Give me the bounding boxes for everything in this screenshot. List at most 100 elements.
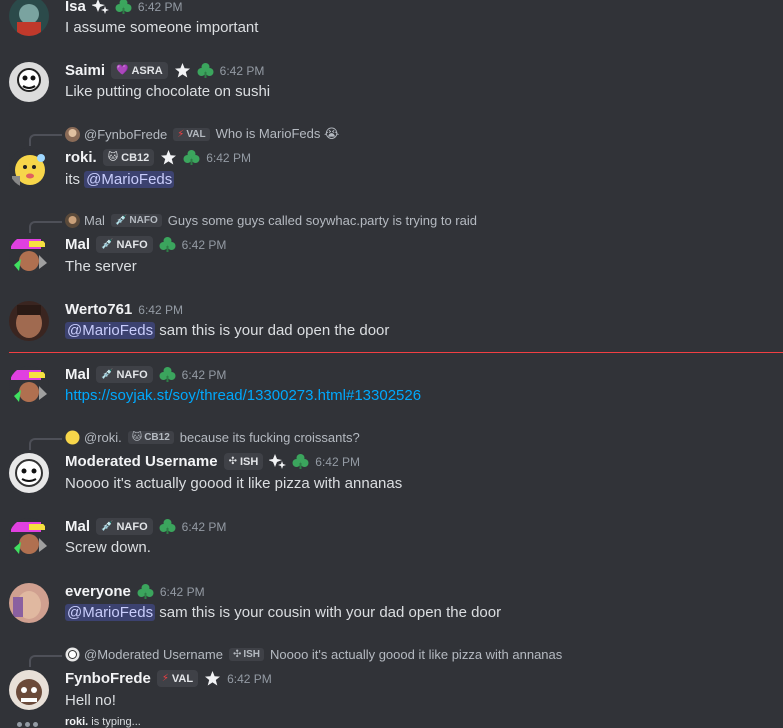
avatar[interactable] [9,366,49,406]
username[interactable]: Saimi [65,62,105,79]
avatar[interactable] [9,148,49,188]
username[interactable]: Mal [65,366,90,383]
star-badge-icon [204,670,221,687]
guild-tag[interactable]: 💉 NAFO [96,518,153,535]
avatar[interactable] [9,301,49,341]
reply-avatar [65,213,80,228]
green-clover-icon [115,0,132,15]
reply-avatar [65,430,80,445]
syringe-icon: 💉 [114,215,128,226]
reply-guild-tag: 🐱 CB12 [127,431,174,444]
reply-spine [29,438,62,450]
guild-tag[interactable]: 💉 NAFO [96,366,153,383]
username[interactable]: Mal [65,236,90,253]
reply-guild-tag-label: CB12 [144,432,170,443]
user-mention[interactable]: @MarioFeds [65,604,156,621]
reply-guild-tag-label: VAL [186,128,206,140]
reply-guild-tag: ⚡ VAL [173,127,210,141]
guild-tag-label: CB12 [121,151,150,164]
username[interactable]: Werto761 [65,301,132,318]
guild-tag-label: ASRA [131,64,163,77]
reply-avatar [65,647,80,662]
typing-user: roki. [65,716,89,728]
message-text: I assume someone important [65,19,259,36]
message-text: https://soyjak.st/soy/thread/13300273.ht… [65,387,421,404]
typing-text: is typing... [88,716,141,728]
avatar[interactable] [9,518,49,558]
guild-tag[interactable]: 💉 NAFO [96,236,153,253]
lightning-icon: ⚡ [161,673,169,684]
timestamp: 6:42 PM [315,454,360,469]
reply-guild-tag-label: ISH [243,649,260,660]
syringe-icon: 💉 [101,521,114,532]
heart-icon: 💜 [116,65,129,76]
username[interactable]: Isa [65,0,86,15]
user-mention[interactable]: @MarioFeds [84,171,175,188]
avatar[interactable] [9,453,49,493]
guild-tag-label: ISH [239,455,259,468]
username[interactable]: everyone [65,583,131,600]
username[interactable]: Mal [65,518,90,535]
username[interactable]: Moderated Username [65,453,218,470]
reply-spine [29,221,62,233]
sparkle-stars-icon [268,453,287,470]
timestamp: 6:42 PM [206,150,251,165]
reply-spine [29,134,62,146]
reply-preview[interactable]: @Moderated Username ✣ ISH Noooo it's actu… [65,647,562,662]
reply-preview[interactable]: @roki. 🐱 CB12 because its fucking croissa… [65,430,360,445]
timestamp: 6:42 PM [138,302,183,317]
guild-tag-label: NAFO [116,368,148,381]
guild-tag-label: NAFO [116,520,148,533]
cat-icon: 🐱 [107,152,119,163]
avatar[interactable] [9,0,49,36]
user-mention[interactable]: @MarioFeds [65,322,156,339]
sparkle-icon: ✣ [228,456,237,467]
message-text: @MarioFeds sam this is your cousin with … [65,604,501,621]
reply-text: Guys some guys called soywhac.party is t… [167,213,477,228]
reply-username[interactable]: Mal [84,213,105,228]
message-text-suffix: sam this is your dad open the door [155,322,390,339]
timestamp: 6:42 PM [181,237,227,252]
guild-tag-label: VAL [171,672,194,685]
guild-tag[interactable]: 🐱 CB12 [102,149,155,166]
message-text: Noooo it's actually goood it like pizza … [65,475,403,492]
timestamp: 6:42 PM [227,671,272,686]
guild-tag-label: NAFO [116,238,148,251]
reply-text: Who is MarioFeds 😭 [215,126,340,141]
reply-text: Noooo it's actually goood it like pizza … [270,647,563,662]
syringe-icon: 💉 [101,369,114,380]
new-messages-divider [9,352,783,353]
green-clover-icon [292,453,309,470]
typing-dots-icon [17,722,38,727]
avatar[interactable] [9,583,49,623]
guild-tag[interactable]: ⚡ VAL [156,670,199,687]
message-text: @MarioFeds sam this is your dad open the… [65,322,389,339]
green-clover-icon [183,149,200,166]
reply-username[interactable]: @roki. [84,430,122,445]
message-text: Hell no! [65,692,116,709]
reply-username[interactable]: @Moderated Username [84,647,223,662]
message-text: its @MarioFeds [65,171,175,188]
username[interactable]: FynboFrede [65,670,151,687]
star-badge-icon [160,149,177,166]
cat-icon: 🐱 [131,432,143,443]
message-text: The server [65,258,137,275]
thread-link[interactable]: https://soyjak.st/soy/thread/13300273.ht… [65,387,421,404]
star-badge-icon [174,62,191,79]
reply-username[interactable]: @FynboFrede [84,127,167,142]
green-clover-icon [197,62,214,79]
reply-preview[interactable]: @FynboFrede ⚡ VAL Who is MarioFeds 😭 [65,126,339,142]
reply-guild-tag: ✣ ISH [228,648,264,661]
reply-preview[interactable]: Mal 💉 NAFO Guys some guys called soywhac.… [65,213,477,228]
avatar[interactable] [9,62,49,102]
guild-tag[interactable]: 💜 ASRA [111,62,168,79]
reply-spine [29,655,62,667]
lightning-icon: ⚡ [177,128,185,140]
reply-avatar [65,126,80,142]
green-clover-icon [137,583,154,600]
avatar[interactable] [9,670,49,710]
username[interactable]: roki. [65,149,97,166]
guild-tag[interactable]: ✣ ISH [223,453,264,470]
avatar[interactable] [9,235,49,275]
syringe-icon: 💉 [101,239,114,250]
